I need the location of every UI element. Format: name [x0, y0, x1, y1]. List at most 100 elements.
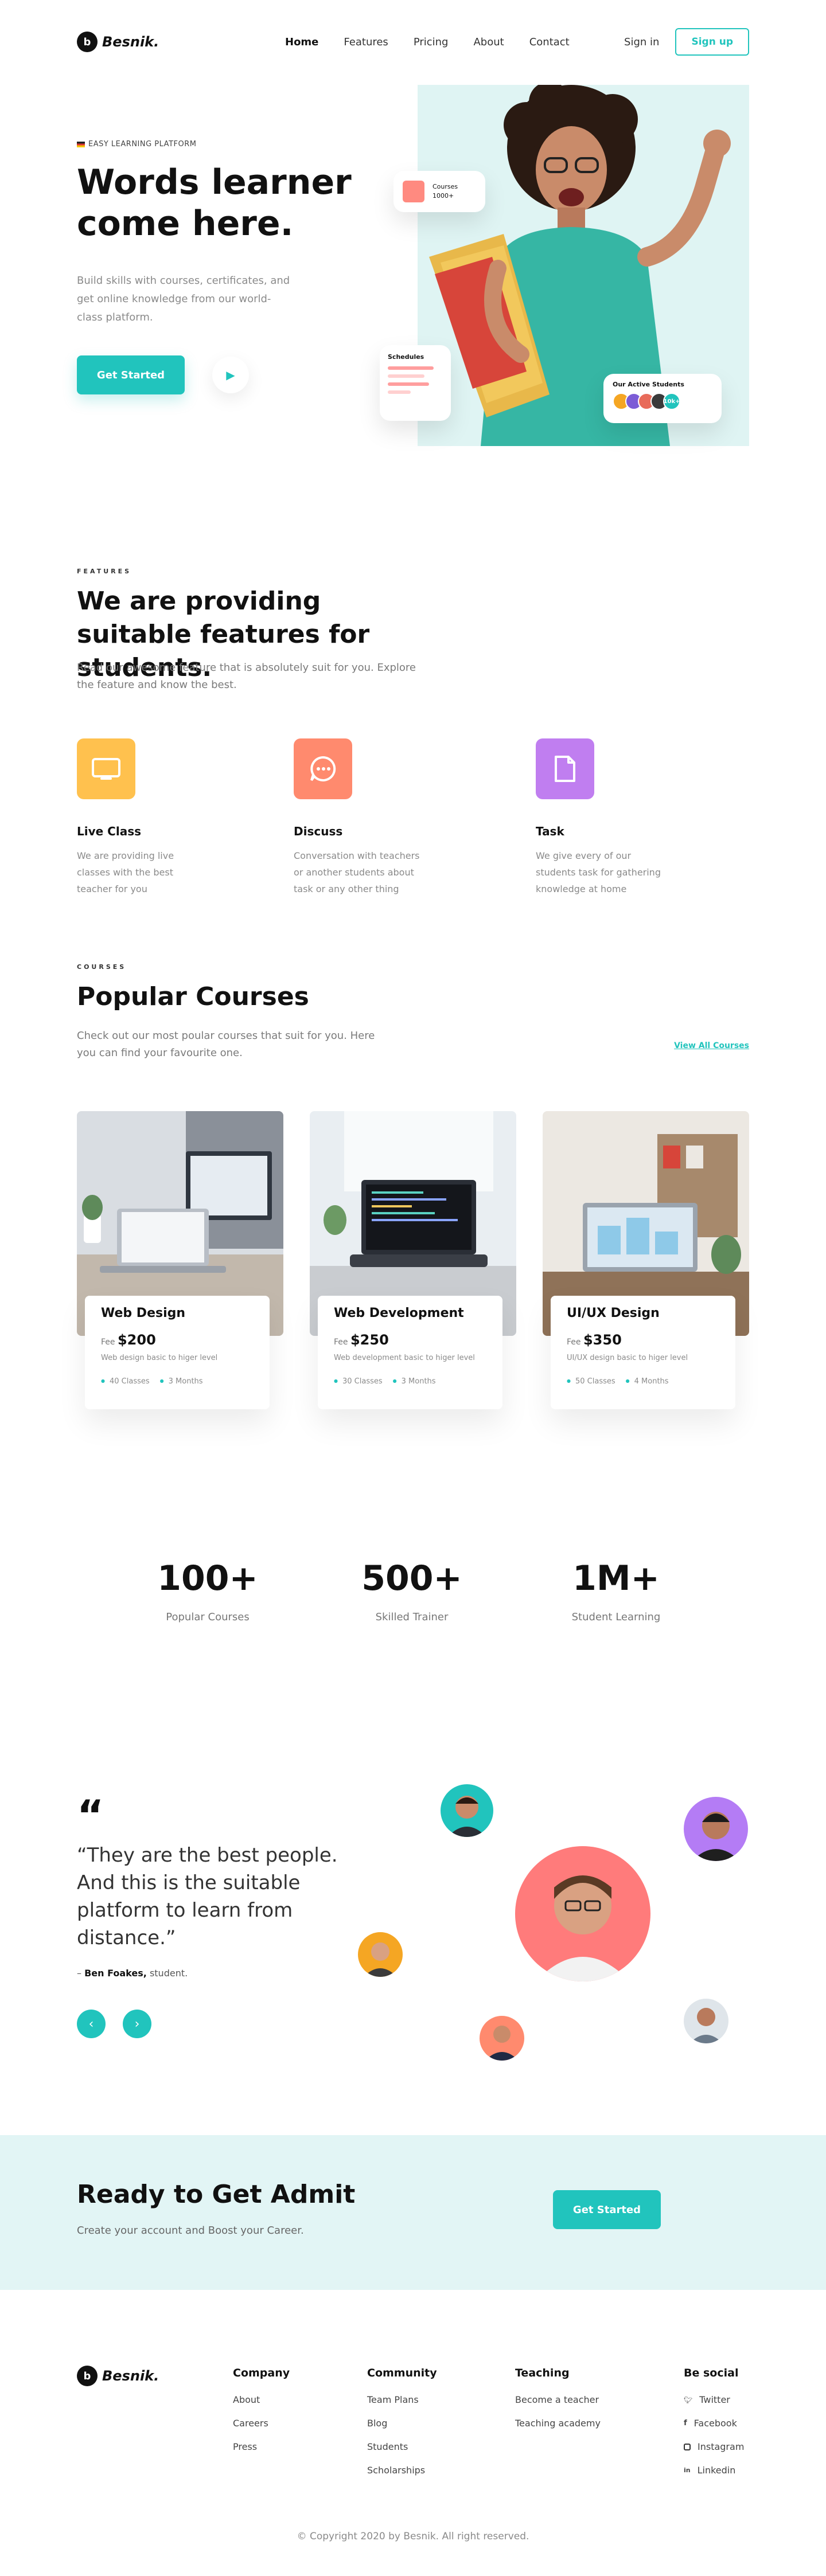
students-more-badge: 10k+: [663, 393, 680, 410]
footer-heading: Community: [367, 2367, 437, 2379]
courses-float-card: Courses 1000+: [393, 171, 485, 212]
linkedin-link[interactable]: in Linkedin: [684, 2465, 744, 2476]
students-float-card: Our Active Students 10k+: [603, 374, 722, 423]
chat-icon: [294, 738, 352, 799]
cta-get-started-button[interactable]: Get Started: [553, 2190, 661, 2229]
brand-name: Besnik.: [102, 34, 159, 50]
fee-label: Fee: [567, 1338, 581, 1347]
course-duration: 4 Months: [626, 1377, 669, 1386]
course-classes: 50 Classes: [567, 1377, 615, 1386]
monitor-icon: [77, 738, 135, 799]
signup-button[interactable]: Sign up: [675, 28, 749, 56]
feature-task: Task We give every of our students task …: [536, 738, 685, 897]
nav-link-contact[interactable]: Contact: [529, 36, 570, 48]
footer-link[interactable]: Careers: [233, 2418, 290, 2429]
twitter-icon: 🐦︎: [684, 2395, 693, 2404]
footer-col-social: Be social 🐦︎ Twitter f Facebook Instagram …: [684, 2367, 744, 2488]
course-desc: Web development basic to higer level: [334, 1354, 475, 1362]
course-desc: Web design basic to higer level: [101, 1354, 218, 1362]
footer-link[interactable]: Become a teacher: [515, 2394, 601, 2405]
twitter-link[interactable]: 🐦︎ Twitter: [684, 2394, 744, 2405]
instagram-link[interactable]: Instagram: [684, 2441, 744, 2452]
course-title: Web Development: [334, 1306, 464, 1320]
course-card-ui-ux-design[interactable]: UI/UX Design Fee $350 UI/UX design basic…: [543, 1111, 749, 1409]
course-info: Web Development Fee $250 Web development…: [318, 1296, 502, 1409]
footer-link[interactable]: Press: [233, 2441, 290, 2452]
avatar: [684, 1797, 748, 1861]
nav-auth: Sign in Sign up: [624, 28, 749, 56]
footer-link[interactable]: Scholarships: [367, 2465, 437, 2476]
stat-value: 500+: [361, 1558, 462, 1598]
nav-link-pricing[interactable]: Pricing: [414, 36, 449, 48]
schedules-float-card: Schedules: [380, 345, 451, 421]
signin-link[interactable]: Sign in: [624, 36, 659, 48]
next-testimonial-button[interactable]: ›: [123, 2010, 151, 2038]
footer-col-company: Company About Careers Press: [233, 2367, 290, 2465]
course-title: Web Design: [101, 1306, 186, 1320]
course-duration: 3 Months: [160, 1377, 203, 1386]
avatar: [480, 2016, 524, 2061]
hero-tag: EASY LEARNING PLATFORM: [77, 140, 196, 148]
footer-link[interactable]: Team Plans: [367, 2394, 437, 2405]
feature-name: Discuss: [294, 824, 343, 838]
feature-live-class: Live Class We are providing live classes…: [77, 738, 226, 897]
prev-testimonial-button[interactable]: ‹: [77, 2010, 106, 2038]
stat-courses: 100+ Popular Courses: [133, 1558, 282, 1623]
instagram-icon: [684, 2443, 691, 2450]
feature-discuss: Discuss Conversation with teachers or an…: [294, 738, 443, 897]
course-info: UI/UX Design Fee $350 UI/UX design basic…: [551, 1296, 735, 1409]
get-started-button[interactable]: Get Started: [77, 355, 185, 394]
view-all-courses-link[interactable]: View All Courses: [674, 1041, 749, 1050]
feature-desc: We give every of our students task for g…: [536, 850, 661, 894]
author-name: Ben Foakes,: [84, 1968, 147, 1979]
linkedin-icon: in: [684, 2466, 691, 2474]
social-label: Facebook: [693, 2418, 737, 2429]
stat-label: Skilled Trainer: [375, 1611, 449, 1623]
logo-mark-icon: b: [77, 2366, 98, 2386]
footer-link[interactable]: About: [233, 2394, 290, 2405]
course-price: $200: [117, 1332, 156, 1348]
course-price: $350: [583, 1332, 622, 1348]
footer-heading: Be social: [684, 2367, 739, 2379]
landing-page: b Besnik. Home Features Pricing About Co…: [0, 0, 826, 2576]
stat-value: 1M+: [572, 1558, 660, 1598]
footer-link[interactable]: Students: [367, 2441, 437, 2452]
copyright: © Copyright 2020 by Besnik. All right re…: [297, 2531, 529, 2542]
footer-col-community: Community Team Plans Blog Students Schol…: [367, 2367, 437, 2488]
footer-logo[interactable]: b Besnik.: [77, 2366, 159, 2386]
course-desc: UI/UX design basic to higer level: [567, 1354, 688, 1362]
course-meta: 40 Classes 3 Months: [101, 1377, 254, 1386]
footer-heading: Teaching: [515, 2367, 570, 2379]
testimonial-author: – Ben Foakes, student.: [77, 1968, 188, 1979]
features-subtitle: Read our awesome feature that is absolut…: [77, 662, 416, 691]
stat-label: Popular Courses: [166, 1611, 250, 1623]
nav-link-home[interactable]: Home: [285, 36, 318, 48]
schedule-bar: [388, 382, 429, 386]
course-fee: Fee $250: [334, 1332, 486, 1348]
footer-col-teaching: Teaching Become a teacher Teaching acade…: [515, 2367, 601, 2441]
nav-links: Home Features Pricing About Contact: [285, 36, 570, 48]
nav-link-features[interactable]: Features: [344, 36, 388, 48]
nav-link-about[interactable]: About: [473, 36, 504, 48]
stat-value: 100+: [157, 1558, 258, 1598]
courses-card-label: Courses: [433, 183, 458, 190]
avatar: [684, 1999, 728, 2043]
students-card-label: Our Active Students: [613, 381, 684, 388]
footer-link[interactable]: Teaching academy: [515, 2418, 601, 2429]
flag-icon: [77, 141, 85, 147]
avatar: [358, 1932, 403, 1977]
facebook-link[interactable]: f Facebook: [684, 2418, 744, 2429]
hero-subtitle: Build skills with courses, certificates,…: [77, 275, 290, 323]
stat-trainers: 500+ Skilled Trainer: [337, 1558, 486, 1623]
course-card-web-development[interactable]: Web Development Fee $250 Web development…: [310, 1111, 516, 1409]
courses-eyebrow: COURSES: [77, 963, 127, 971]
brand-logo[interactable]: b Besnik.: [77, 32, 159, 52]
document-icon: [536, 738, 594, 799]
courses-card-icon: [403, 181, 424, 202]
social-label: Instagram: [698, 2441, 745, 2452]
footer-link[interactable]: Blog: [367, 2418, 437, 2429]
play-icon: ▶: [226, 368, 235, 382]
course-card-web-design[interactable]: Web Design Fee $200 Web design basic to …: [77, 1111, 283, 1409]
play-video-button[interactable]: ▶: [212, 357, 249, 393]
schedule-bar: [388, 390, 411, 394]
